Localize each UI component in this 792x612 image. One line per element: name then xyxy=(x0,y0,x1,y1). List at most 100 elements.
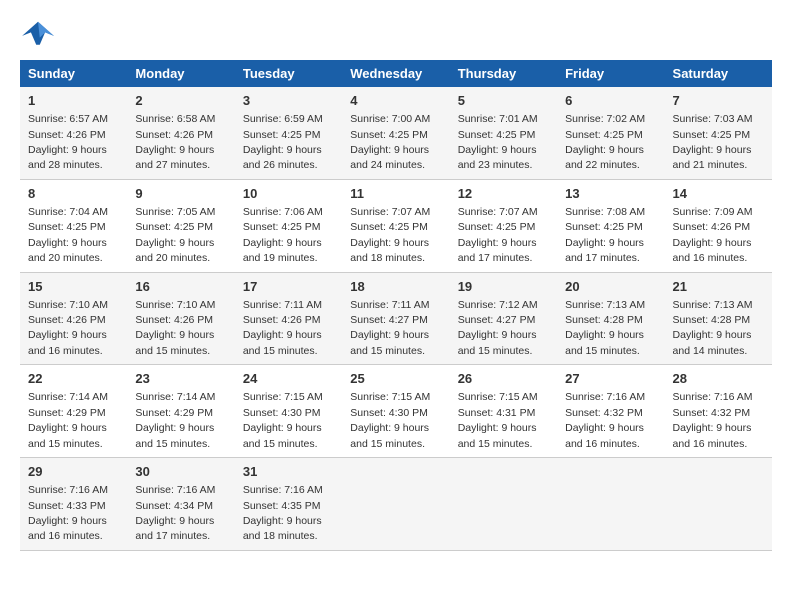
calendar-cell: 5 Sunrise: 7:01 AM Sunset: 4:25 PM Dayli… xyxy=(450,87,557,179)
day-info: Sunrise: 7:12 AM Sunset: 4:27 PM Dayligh… xyxy=(458,299,538,357)
day-number: 2 xyxy=(135,92,226,110)
day-number: 23 xyxy=(135,370,226,388)
calendar-cell: 24 Sunrise: 7:15 AM Sunset: 4:30 PM Dayl… xyxy=(235,365,342,458)
day-info: Sunrise: 7:10 AM Sunset: 4:26 PM Dayligh… xyxy=(135,299,215,357)
day-number: 20 xyxy=(565,278,656,296)
logo-icon xyxy=(20,20,56,50)
day-info: Sunrise: 7:16 AM Sunset: 4:33 PM Dayligh… xyxy=(28,484,108,542)
day-info: Sunrise: 7:00 AM Sunset: 4:25 PM Dayligh… xyxy=(350,113,430,171)
calendar-cell: 4 Sunrise: 7:00 AM Sunset: 4:25 PM Dayli… xyxy=(342,87,449,179)
day-info: Sunrise: 7:07 AM Sunset: 4:25 PM Dayligh… xyxy=(458,206,538,264)
day-number: 8 xyxy=(28,185,119,203)
calendar-cell: 23 Sunrise: 7:14 AM Sunset: 4:29 PM Dayl… xyxy=(127,365,234,458)
day-number: 27 xyxy=(565,370,656,388)
weekday-header-tuesday: Tuesday xyxy=(235,60,342,87)
day-number: 9 xyxy=(135,185,226,203)
calendar-cell xyxy=(342,458,449,551)
day-number: 19 xyxy=(458,278,549,296)
calendar-week-row: 29 Sunrise: 7:16 AM Sunset: 4:33 PM Dayl… xyxy=(20,458,772,551)
calendar-cell: 19 Sunrise: 7:12 AM Sunset: 4:27 PM Dayl… xyxy=(450,272,557,365)
day-number: 14 xyxy=(673,185,764,203)
logo xyxy=(20,20,62,50)
calendar-cell: 30 Sunrise: 7:16 AM Sunset: 4:34 PM Dayl… xyxy=(127,458,234,551)
calendar-cell: 31 Sunrise: 7:16 AM Sunset: 4:35 PM Dayl… xyxy=(235,458,342,551)
day-info: Sunrise: 7:08 AM Sunset: 4:25 PM Dayligh… xyxy=(565,206,645,264)
calendar-cell: 21 Sunrise: 7:13 AM Sunset: 4:28 PM Dayl… xyxy=(665,272,772,365)
calendar-cell: 14 Sunrise: 7:09 AM Sunset: 4:26 PM Dayl… xyxy=(665,179,772,272)
weekday-header-sunday: Sunday xyxy=(20,60,127,87)
day-info: Sunrise: 7:11 AM Sunset: 4:27 PM Dayligh… xyxy=(350,299,429,357)
day-info: Sunrise: 7:15 AM Sunset: 4:30 PM Dayligh… xyxy=(243,391,323,449)
day-number: 3 xyxy=(243,92,334,110)
calendar-table: SundayMondayTuesdayWednesdayThursdayFrid… xyxy=(20,60,772,551)
day-info: Sunrise: 7:14 AM Sunset: 4:29 PM Dayligh… xyxy=(28,391,108,449)
day-number: 16 xyxy=(135,278,226,296)
day-number: 31 xyxy=(243,463,334,481)
day-number: 24 xyxy=(243,370,334,388)
calendar-cell: 2 Sunrise: 6:58 AM Sunset: 4:26 PM Dayli… xyxy=(127,87,234,179)
calendar-cell: 6 Sunrise: 7:02 AM Sunset: 4:25 PM Dayli… xyxy=(557,87,664,179)
day-info: Sunrise: 7:05 AM Sunset: 4:25 PM Dayligh… xyxy=(135,206,215,264)
day-number: 7 xyxy=(673,92,764,110)
day-number: 12 xyxy=(458,185,549,203)
day-number: 10 xyxy=(243,185,334,203)
day-info: Sunrise: 6:59 AM Sunset: 4:25 PM Dayligh… xyxy=(243,113,323,171)
day-info: Sunrise: 7:14 AM Sunset: 4:29 PM Dayligh… xyxy=(135,391,215,449)
page-header xyxy=(20,20,772,50)
day-number: 22 xyxy=(28,370,119,388)
day-info: Sunrise: 7:03 AM Sunset: 4:25 PM Dayligh… xyxy=(673,113,753,171)
day-info: Sunrise: 6:58 AM Sunset: 4:26 PM Dayligh… xyxy=(135,113,215,171)
day-number: 30 xyxy=(135,463,226,481)
day-number: 1 xyxy=(28,92,119,110)
calendar-week-row: 15 Sunrise: 7:10 AM Sunset: 4:26 PM Dayl… xyxy=(20,272,772,365)
calendar-cell: 3 Sunrise: 6:59 AM Sunset: 4:25 PM Dayli… xyxy=(235,87,342,179)
day-info: Sunrise: 7:01 AM Sunset: 4:25 PM Dayligh… xyxy=(458,113,538,171)
day-number: 29 xyxy=(28,463,119,481)
weekday-header-monday: Monday xyxy=(127,60,234,87)
calendar-cell: 18 Sunrise: 7:11 AM Sunset: 4:27 PM Dayl… xyxy=(342,272,449,365)
day-info: Sunrise: 7:16 AM Sunset: 4:35 PM Dayligh… xyxy=(243,484,323,542)
day-number: 5 xyxy=(458,92,549,110)
calendar-cell: 13 Sunrise: 7:08 AM Sunset: 4:25 PM Dayl… xyxy=(557,179,664,272)
day-number: 13 xyxy=(565,185,656,203)
calendar-cell: 20 Sunrise: 7:13 AM Sunset: 4:28 PM Dayl… xyxy=(557,272,664,365)
day-info: Sunrise: 7:11 AM Sunset: 4:26 PM Dayligh… xyxy=(243,299,322,357)
day-number: 25 xyxy=(350,370,441,388)
calendar-week-row: 1 Sunrise: 6:57 AM Sunset: 4:26 PM Dayli… xyxy=(20,87,772,179)
day-info: Sunrise: 7:15 AM Sunset: 4:30 PM Dayligh… xyxy=(350,391,430,449)
calendar-cell: 27 Sunrise: 7:16 AM Sunset: 4:32 PM Dayl… xyxy=(557,365,664,458)
day-number: 17 xyxy=(243,278,334,296)
calendar-cell: 7 Sunrise: 7:03 AM Sunset: 4:25 PM Dayli… xyxy=(665,87,772,179)
day-number: 26 xyxy=(458,370,549,388)
day-number: 11 xyxy=(350,185,441,203)
weekday-header-row: SundayMondayTuesdayWednesdayThursdayFrid… xyxy=(20,60,772,87)
calendar-cell: 1 Sunrise: 6:57 AM Sunset: 4:26 PM Dayli… xyxy=(20,87,127,179)
calendar-cell: 26 Sunrise: 7:15 AM Sunset: 4:31 PM Dayl… xyxy=(450,365,557,458)
day-info: Sunrise: 7:15 AM Sunset: 4:31 PM Dayligh… xyxy=(458,391,538,449)
day-info: Sunrise: 7:04 AM Sunset: 4:25 PM Dayligh… xyxy=(28,206,108,264)
weekday-header-thursday: Thursday xyxy=(450,60,557,87)
calendar-cell: 29 Sunrise: 7:16 AM Sunset: 4:33 PM Dayl… xyxy=(20,458,127,551)
calendar-cell xyxy=(557,458,664,551)
weekday-header-friday: Friday xyxy=(557,60,664,87)
calendar-cell xyxy=(665,458,772,551)
weekday-header-wednesday: Wednesday xyxy=(342,60,449,87)
day-info: Sunrise: 7:06 AM Sunset: 4:25 PM Dayligh… xyxy=(243,206,323,264)
weekday-header-saturday: Saturday xyxy=(665,60,772,87)
day-info: Sunrise: 7:13 AM Sunset: 4:28 PM Dayligh… xyxy=(565,299,645,357)
calendar-cell: 17 Sunrise: 7:11 AM Sunset: 4:26 PM Dayl… xyxy=(235,272,342,365)
day-info: Sunrise: 6:57 AM Sunset: 4:26 PM Dayligh… xyxy=(28,113,108,171)
day-number: 28 xyxy=(673,370,764,388)
calendar-week-row: 22 Sunrise: 7:14 AM Sunset: 4:29 PM Dayl… xyxy=(20,365,772,458)
day-number: 6 xyxy=(565,92,656,110)
calendar-week-row: 8 Sunrise: 7:04 AM Sunset: 4:25 PM Dayli… xyxy=(20,179,772,272)
day-info: Sunrise: 7:13 AM Sunset: 4:28 PM Dayligh… xyxy=(673,299,753,357)
day-number: 4 xyxy=(350,92,441,110)
day-info: Sunrise: 7:09 AM Sunset: 4:26 PM Dayligh… xyxy=(673,206,753,264)
calendar-cell: 25 Sunrise: 7:15 AM Sunset: 4:30 PM Dayl… xyxy=(342,365,449,458)
calendar-cell: 9 Sunrise: 7:05 AM Sunset: 4:25 PM Dayli… xyxy=(127,179,234,272)
calendar-cell xyxy=(450,458,557,551)
day-number: 15 xyxy=(28,278,119,296)
day-info: Sunrise: 7:16 AM Sunset: 4:34 PM Dayligh… xyxy=(135,484,215,542)
calendar-cell: 28 Sunrise: 7:16 AM Sunset: 4:32 PM Dayl… xyxy=(665,365,772,458)
